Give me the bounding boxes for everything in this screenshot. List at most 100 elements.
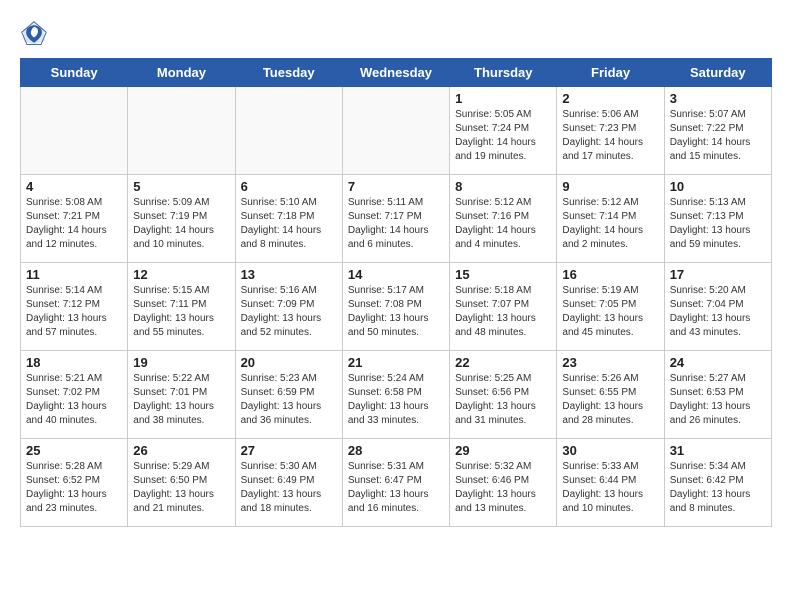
day-info: Sunrise: 5:31 AM Sunset: 6:47 PM Dayligh…: [348, 460, 444, 516]
day-number: 20: [241, 355, 337, 370]
day-info: Sunrise: 5:19 AM Sunset: 7:05 PM Dayligh…: [562, 284, 658, 340]
day-number: 8: [455, 179, 551, 194]
calendar-cell: 23 Sunrise: 5:26 AM Sunset: 6:55 PM Dayli…: [557, 351, 664, 439]
day-number: 15: [455, 267, 551, 282]
day-info: Sunrise: 5:13 AM Sunset: 7:13 PM Dayligh…: [670, 196, 766, 252]
calendar-cell: 3 Sunrise: 5:07 AM Sunset: 7:22 PM Daylig…: [664, 87, 771, 175]
day-info: Sunrise: 5:09 AM Sunset: 7:19 PM Dayligh…: [133, 196, 229, 252]
day-number: 3: [670, 91, 766, 106]
logo: [20, 20, 52, 48]
day-info: Sunrise: 5:32 AM Sunset: 6:46 PM Dayligh…: [455, 460, 551, 516]
calendar-cell: 21 Sunrise: 5:24 AM Sunset: 6:58 PM Dayli…: [342, 351, 449, 439]
calendar-cell: 2 Sunrise: 5:06 AM Sunset: 7:23 PM Daylig…: [557, 87, 664, 175]
day-number: 25: [26, 443, 122, 458]
day-number: 1: [455, 91, 551, 106]
calendar-cell: 31 Sunrise: 5:34 AM Sunset: 6:42 PM Dayli…: [664, 439, 771, 527]
calendar-cell: 25 Sunrise: 5:28 AM Sunset: 6:52 PM Dayli…: [21, 439, 128, 527]
calendar-table: SundayMondayTuesdayWednesdayThursdayFrid…: [20, 58, 772, 527]
logo-icon: [20, 20, 48, 48]
week-row-3: 11 Sunrise: 5:14 AM Sunset: 7:12 PM Dayli…: [21, 263, 772, 351]
col-header-saturday: Saturday: [664, 59, 771, 87]
day-info: Sunrise: 5:10 AM Sunset: 7:18 PM Dayligh…: [241, 196, 337, 252]
day-number: 22: [455, 355, 551, 370]
day-info: Sunrise: 5:24 AM Sunset: 6:58 PM Dayligh…: [348, 372, 444, 428]
day-number: 23: [562, 355, 658, 370]
calendar-cell: 30 Sunrise: 5:33 AM Sunset: 6:44 PM Dayli…: [557, 439, 664, 527]
day-number: 27: [241, 443, 337, 458]
day-info: Sunrise: 5:16 AM Sunset: 7:09 PM Dayligh…: [241, 284, 337, 340]
day-number: 5: [133, 179, 229, 194]
calendar-cell: 14 Sunrise: 5:17 AM Sunset: 7:08 PM Dayli…: [342, 263, 449, 351]
day-number: 26: [133, 443, 229, 458]
page-header: [20, 20, 772, 48]
day-number: 7: [348, 179, 444, 194]
day-info: Sunrise: 5:08 AM Sunset: 7:21 PM Dayligh…: [26, 196, 122, 252]
calendar-cell: 24 Sunrise: 5:27 AM Sunset: 6:53 PM Dayli…: [664, 351, 771, 439]
calendar-cell: 5 Sunrise: 5:09 AM Sunset: 7:19 PM Daylig…: [128, 175, 235, 263]
calendar-cell: 9 Sunrise: 5:12 AM Sunset: 7:14 PM Daylig…: [557, 175, 664, 263]
calendar-cell: 12 Sunrise: 5:15 AM Sunset: 7:11 PM Dayli…: [128, 263, 235, 351]
col-header-wednesday: Wednesday: [342, 59, 449, 87]
calendar-cell: [342, 87, 449, 175]
day-info: Sunrise: 5:27 AM Sunset: 6:53 PM Dayligh…: [670, 372, 766, 428]
day-info: Sunrise: 5:28 AM Sunset: 6:52 PM Dayligh…: [26, 460, 122, 516]
day-number: 30: [562, 443, 658, 458]
day-info: Sunrise: 5:14 AM Sunset: 7:12 PM Dayligh…: [26, 284, 122, 340]
day-number: 11: [26, 267, 122, 282]
calendar-cell: 17Sunrise: 5:20 AM Sunset: 7:04 PM Dayli…: [664, 263, 771, 351]
calendar-cell: 6 Sunrise: 5:10 AM Sunset: 7:18 PM Daylig…: [235, 175, 342, 263]
week-row-1: 1 Sunrise: 5:05 AM Sunset: 7:24 PM Daylig…: [21, 87, 772, 175]
day-number: 18: [26, 355, 122, 370]
calendar-cell: 22 Sunrise: 5:25 AM Sunset: 6:56 PM Dayli…: [450, 351, 557, 439]
col-header-thursday: Thursday: [450, 59, 557, 87]
calendar-cell: 1 Sunrise: 5:05 AM Sunset: 7:24 PM Daylig…: [450, 87, 557, 175]
day-number: 16: [562, 267, 658, 282]
day-number: 12: [133, 267, 229, 282]
week-row-4: 18 Sunrise: 5:21 AM Sunset: 7:02 PM Dayli…: [21, 351, 772, 439]
calendar-cell: [235, 87, 342, 175]
day-info: Sunrise: 5:26 AM Sunset: 6:55 PM Dayligh…: [562, 372, 658, 428]
day-info: Sunrise: 5:17 AM Sunset: 7:08 PM Dayligh…: [348, 284, 444, 340]
calendar-cell: 19Sunrise: 5:22 AM Sunset: 7:01 PM Dayli…: [128, 351, 235, 439]
col-header-monday: Monday: [128, 59, 235, 87]
day-number: 4: [26, 179, 122, 194]
day-number: 14: [348, 267, 444, 282]
day-info: Sunrise: 5:34 AM Sunset: 6:42 PM Dayligh…: [670, 460, 766, 516]
calendar-cell: 10 Sunrise: 5:13 AM Sunset: 7:13 PM Dayli…: [664, 175, 771, 263]
calendar-cell: 11 Sunrise: 5:14 AM Sunset: 7:12 PM Dayli…: [21, 263, 128, 351]
calendar-cell: 16 Sunrise: 5:19 AM Sunset: 7:05 PM Dayli…: [557, 263, 664, 351]
day-number: 2: [562, 91, 658, 106]
calendar-cell: 28 Sunrise: 5:31 AM Sunset: 6:47 PM Dayli…: [342, 439, 449, 527]
day-number: 10: [670, 179, 766, 194]
calendar-cell: 7Sunrise: 5:11 AM Sunset: 7:17 PM Daylig…: [342, 175, 449, 263]
day-number: 21: [348, 355, 444, 370]
day-number: 17: [670, 267, 766, 282]
calendar-cell: 13Sunrise: 5:16 AM Sunset: 7:09 PM Dayli…: [235, 263, 342, 351]
day-number: 31: [670, 443, 766, 458]
day-info: Sunrise: 5:15 AM Sunset: 7:11 PM Dayligh…: [133, 284, 229, 340]
calendar-cell: 15Sunrise: 5:18 AM Sunset: 7:07 PM Dayli…: [450, 263, 557, 351]
day-info: Sunrise: 5:29 AM Sunset: 6:50 PM Dayligh…: [133, 460, 229, 516]
day-info: Sunrise: 5:05 AM Sunset: 7:24 PM Dayligh…: [455, 108, 551, 164]
day-number: 24: [670, 355, 766, 370]
calendar-cell: 26 Sunrise: 5:29 AM Sunset: 6:50 PM Dayli…: [128, 439, 235, 527]
day-info: Sunrise: 5:12 AM Sunset: 7:16 PM Dayligh…: [455, 196, 551, 252]
day-info: Sunrise: 5:06 AM Sunset: 7:23 PM Dayligh…: [562, 108, 658, 164]
col-header-tuesday: Tuesday: [235, 59, 342, 87]
day-header-row: SundayMondayTuesdayWednesdayThursdayFrid…: [21, 59, 772, 87]
day-info: Sunrise: 5:33 AM Sunset: 6:44 PM Dayligh…: [562, 460, 658, 516]
day-number: 6: [241, 179, 337, 194]
day-info: Sunrise: 5:07 AM Sunset: 7:22 PM Dayligh…: [670, 108, 766, 164]
calendar-cell: 8 Sunrise: 5:12 AM Sunset: 7:16 PM Daylig…: [450, 175, 557, 263]
day-info: Sunrise: 5:25 AM Sunset: 6:56 PM Dayligh…: [455, 372, 551, 428]
day-number: 29: [455, 443, 551, 458]
calendar-cell: 29 Sunrise: 5:32 AM Sunset: 6:46 PM Dayli…: [450, 439, 557, 527]
calendar-cell: [21, 87, 128, 175]
day-info: Sunrise: 5:21 AM Sunset: 7:02 PM Dayligh…: [26, 372, 122, 428]
day-info: Sunrise: 5:12 AM Sunset: 7:14 PM Dayligh…: [562, 196, 658, 252]
day-number: 9: [562, 179, 658, 194]
calendar-cell: 20Sunrise: 5:23 AM Sunset: 6:59 PM Dayli…: [235, 351, 342, 439]
day-info: Sunrise: 5:22 AM Sunset: 7:01 PM Dayligh…: [133, 372, 229, 428]
week-row-5: 25 Sunrise: 5:28 AM Sunset: 6:52 PM Dayli…: [21, 439, 772, 527]
day-number: 28: [348, 443, 444, 458]
